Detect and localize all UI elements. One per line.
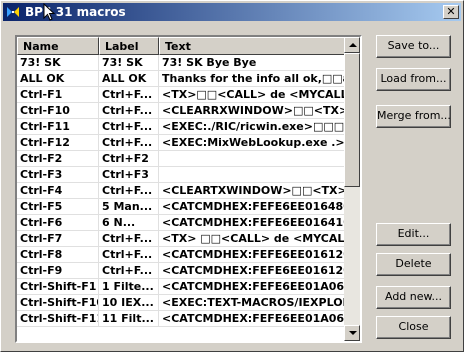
cell-label: Ctrl+F2 [99, 151, 159, 166]
cell-text: 73! SK Bye Bye [159, 55, 346, 70]
cell-label: 1 Filte... [99, 279, 159, 294]
mouse-cursor-icon [43, 3, 56, 21]
save-to-button[interactable]: Save to... [376, 35, 451, 58]
cell-text: <EXEC:./RIC/ricwin.exe>□□□□□□ [159, 119, 346, 134]
cell-label: Ctrl+F... [99, 103, 159, 118]
cell-text: Thanks for the info all ok,□□at y.. [159, 71, 346, 86]
cell-text: <TX>□□<CALL> de <MYCALL> □ [159, 87, 346, 102]
cell-label: Ctrl+F... [99, 231, 159, 246]
scroll-down-button[interactable] [344, 325, 360, 341]
arrow-up-icon [349, 43, 357, 47]
table-row[interactable]: ALL OK ALL OK Thanks for the info all ok,□… [17, 71, 346, 87]
delete-button[interactable]: Delete [376, 253, 451, 276]
table-row[interactable]: Ctrl-F6 6 N... <CATCMDHEX:FEFE6EE0164100F [17, 215, 346, 231]
arrow-down-icon [349, 331, 357, 335]
merge-from-button[interactable]: Merge from... [376, 105, 451, 128]
cell-label: 10 IEX... [99, 295, 159, 310]
table-row[interactable]: Ctrl-F4Ctrl+F...<CLEARTXWINDOW>□□<TX>□□ [17, 183, 346, 199]
cell-text: <CATCMDHEX:FEFE6EE01A0601F [159, 279, 346, 294]
cell-text: <CATCMDHEX:FEFE6EE0161201F [159, 263, 346, 278]
vertical-scrollbar[interactable] [344, 37, 360, 341]
cell-label: Ctrl+F... [99, 263, 159, 278]
macros-dialog: BPS 31 macros ✕ Name Label Text 73! SK 73… [0, 0, 464, 352]
cell-label: Ctrl+F... [99, 183, 159, 198]
table-body: 73! SK 73! SK 73! SK Bye Bye ALL OK ALL OK Th… [17, 55, 346, 327]
table-row[interactable]: Ctrl-F2 Ctrl+F2 [17, 151, 346, 167]
table-row[interactable]: Ctrl-F1Ctrl+F...<TX>□□<CALL> de <MYCALL>… [17, 87, 346, 103]
cell-label: Ctrl+F3 [99, 167, 159, 182]
cell-text: <CLEARRXWINDOW>□□<TX>□□ [159, 103, 346, 118]
macro-list[interactable]: Name Label Text 73! SK 73! SK 73! SK Bye B… [15, 35, 362, 343]
cell-name: Ctrl-F9 [17, 263, 99, 278]
cell-name: Ctrl-F7 [17, 231, 99, 246]
table-header: Name Label Text [17, 37, 346, 55]
scroll-thumb[interactable] [344, 53, 360, 187]
table-row[interactable]: Ctrl-F10Ctrl+F...<CLEARRXWINDOW>□□<TX>□□ [17, 103, 346, 119]
close-icon[interactable]: ✕ [443, 5, 459, 19]
cell-name: Ctrl-F4 [17, 183, 99, 198]
column-header-label[interactable]: Label [99, 37, 159, 55]
cell-label: 11 Filt... [99, 311, 159, 326]
table-row[interactable]: Ctrl-F12 Ctrl+F... <EXEC:MixWebLookup.exe … [17, 135, 346, 151]
cell-text: <CLEARTXWINDOW>□□<TX>□□ [159, 183, 346, 198]
cell-text: <CATCMDHEX:FEFE6EE01A0601F [159, 311, 346, 326]
add-new-button[interactable]: Add new... [376, 286, 451, 309]
cell-label: Ctrl+F... [99, 135, 159, 150]
cell-name: Ctrl-F2 [17, 151, 99, 166]
app-icon [7, 7, 19, 17]
table-row[interactable]: Ctrl-Shift-F10 10 IEX... <EXEC:TEXT-MACROS… [17, 295, 346, 311]
cell-name: Ctrl-F6 [17, 215, 99, 230]
cell-name: Ctrl-Shift-F10 [17, 295, 99, 310]
cell-text: <CATCMDHEX:FEFE6EE0164801F [159, 199, 346, 214]
cell-text: <CATCMDHEX:FEFE6EE0161201F [159, 247, 346, 262]
cell-text: <CATCMDHEX:FEFE6EE0164100F [159, 215, 346, 230]
table-row[interactable]: Ctrl-F9 Ctrl+F... <CATCMDHEX:FEFE6EE016120… [17, 263, 346, 279]
cell-name: 73! SK [17, 55, 99, 70]
cell-name: Ctrl-F5 [17, 199, 99, 214]
table-row[interactable]: Ctrl-F11 Ctrl+F... <EXEC:./RIC/ricwin.exe>… [17, 119, 346, 135]
scroll-up-button[interactable] [344, 37, 360, 53]
table-row[interactable]: Ctrl-F7Ctrl+F...<TX> □□<CALL> de <MYCALL… [17, 231, 346, 247]
cell-name: Ctrl-F8 [17, 247, 99, 262]
edit-button[interactable]: Edit... [376, 223, 451, 246]
cell-name: Ctrl-F10 [17, 103, 99, 118]
table-row[interactable]: Ctrl-F8 Ctrl+F... <CATCMDHEX:FEFE6EE016120… [17, 247, 346, 263]
cell-name: Ctrl-F3 [17, 167, 99, 182]
cell-name: Ctrl-Shift-F11 [17, 311, 99, 326]
column-header-text[interactable]: Text [159, 37, 346, 55]
cell-name: Ctrl-F12 [17, 135, 99, 150]
cell-text [159, 151, 346, 166]
cell-text: <EXEC:MixWebLookup.exe .> [159, 135, 346, 150]
window-title: BPS 31 macros [25, 5, 126, 19]
cell-label: 5 Man... [99, 199, 159, 214]
close-button[interactable]: Close [376, 316, 451, 339]
cell-name: Ctrl-F1 [17, 87, 99, 102]
cell-text: <TX> □□<CALL> de <MYCALL> □ [159, 231, 346, 246]
cell-label: Ctrl+F... [99, 87, 159, 102]
table-row[interactable]: Ctrl-Shift-F11 11 Filt... <CATCMDHEX:FEFE6… [17, 311, 346, 327]
table-row[interactable]: Ctrl-F5 5 Man... <CATCMDHEX:FEFE6EE0164801… [17, 199, 346, 215]
cell-name: Ctrl-F11 [17, 119, 99, 134]
table-row[interactable]: 73! SK 73! SK 73! SK Bye Bye [17, 55, 346, 71]
column-header-name[interactable]: Name [17, 37, 99, 55]
table-row[interactable]: Ctrl-Shift-F1 1 Filte... <CATCMDHEX:FEFE6E… [17, 279, 346, 295]
load-from-button[interactable]: Load from... [376, 68, 451, 91]
cell-label: Ctrl+F... [99, 119, 159, 134]
cell-label: Ctrl+F... [99, 247, 159, 262]
table-row[interactable]: Ctrl-F3 Ctrl+F3 [17, 167, 346, 183]
cell-label: ALL OK [99, 71, 159, 86]
title-bar[interactable]: BPS 31 macros ✕ [3, 3, 461, 21]
cell-text: <EXEC:TEXT-MACROS/IEXPLORE [159, 295, 346, 310]
cell-name: Ctrl-Shift-F1 [17, 279, 99, 294]
cell-label: 73! SK [99, 55, 159, 70]
cell-name: ALL OK [17, 71, 99, 86]
cell-text [159, 167, 346, 182]
cell-label: 6 N... [99, 215, 159, 230]
